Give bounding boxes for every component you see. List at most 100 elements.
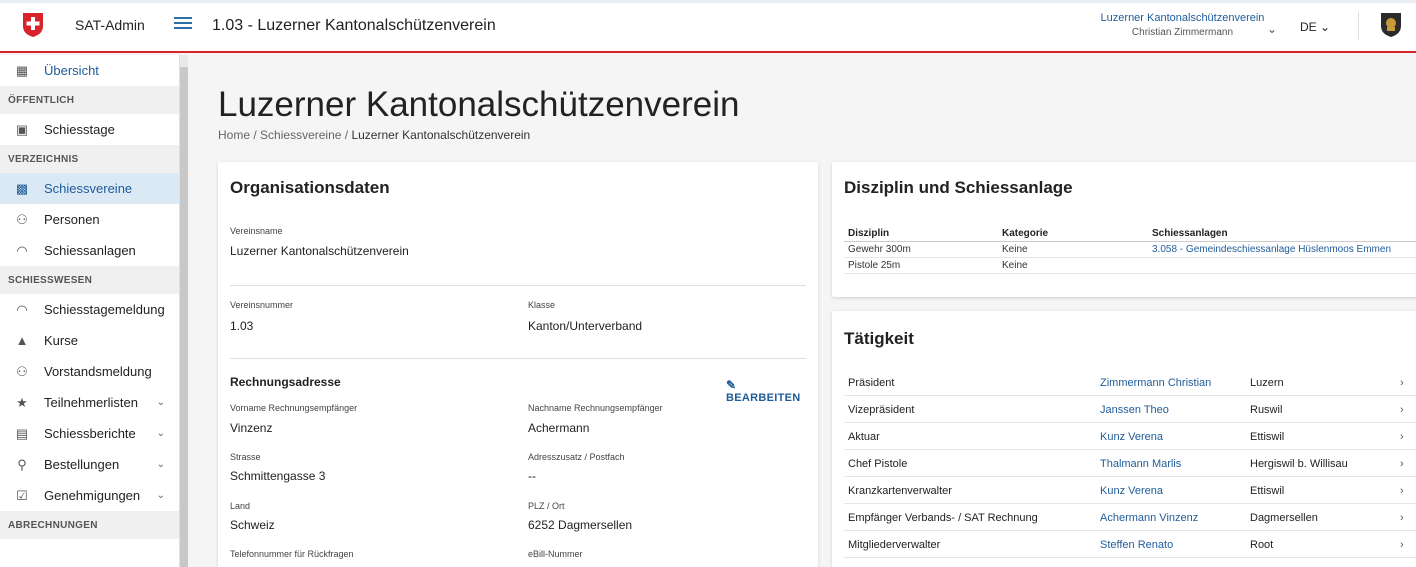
person-link[interactable]: Kunz Verena bbox=[1100, 485, 1163, 497]
app-name: SAT-Admin bbox=[75, 17, 145, 33]
list-item[interactable]: Aktuar Kunz Verena Ettiswil › bbox=[844, 423, 1416, 450]
sidebar-item-schiessberichte[interactable]: ▤ Schiessberichte ⌄ bbox=[0, 418, 179, 449]
org-name: Luzerner Kantonalschützenverein bbox=[1100, 12, 1265, 24]
chevron-right-icon: › bbox=[1400, 512, 1404, 524]
field-label: Nachname Rechnungsempfänger bbox=[528, 403, 663, 413]
facility-cell: 3.058 - Gemeindeschiessanlage Hüslenmoos… bbox=[1148, 241, 1416, 258]
sidebar-item-schiessvereine[interactable]: ▩ Schiessvereine bbox=[0, 173, 179, 204]
person-link[interactable]: Steffen Renato bbox=[1100, 539, 1173, 551]
dashboard-icon: ▦ bbox=[15, 62, 29, 78]
user-avatar[interactable] bbox=[1380, 12, 1402, 38]
first-name-value: Vinzenz bbox=[230, 421, 273, 435]
discipline-table: Disziplin Kategorie Schiessanlagen Geweh… bbox=[844, 224, 1416, 274]
person-link[interactable]: Achermann Vinzenz bbox=[1100, 512, 1198, 524]
field-label: Telefonnummer für Rückfragen bbox=[230, 549, 354, 559]
cart-icon: ⚲ bbox=[17, 456, 27, 472]
organization-switcher[interactable]: Luzerner Kantonalschützenverein Christia… bbox=[1090, 12, 1290, 38]
sidebar-section-public: ÖFFENTLICH bbox=[0, 86, 179, 114]
breadcrumb-separator: / bbox=[344, 128, 349, 142]
address-suffix-value: -- bbox=[528, 469, 536, 483]
discipline-cell: Pistole 25m bbox=[844, 257, 998, 274]
club-number-value: 1.03 bbox=[230, 319, 254, 333]
activity-list: Präsident Zimmermann Christian Luzern › … bbox=[844, 369, 1416, 558]
sidebar-item-label: Schiessvereine bbox=[44, 181, 133, 196]
sidebar-item-label: Schiesstagemeldung bbox=[44, 302, 165, 317]
sidebar-item-schiessanlagen[interactable]: ◠ Schiessanlagen bbox=[0, 235, 179, 266]
person-link[interactable]: Kunz Verena bbox=[1100, 431, 1163, 443]
chevron-down-icon: ⌄ bbox=[156, 397, 165, 408]
field-label: Klasse bbox=[528, 300, 556, 310]
breadcrumb-separator: / bbox=[253, 128, 257, 142]
country-value: Schweiz bbox=[230, 518, 275, 532]
list-item[interactable]: Präsident Zimmermann Christian Luzern › bbox=[844, 369, 1416, 396]
category-cell: Keine bbox=[998, 241, 1148, 258]
facility-link[interactable]: 3.058 - Gemeindeschiessanlage Hüslenmoos… bbox=[1152, 244, 1391, 255]
place-label: Hergiswil b. Willisau bbox=[1250, 458, 1348, 470]
club-name-value: Luzerner Kantonalschützenverein bbox=[230, 244, 409, 258]
place-label: Root bbox=[1250, 539, 1274, 551]
sidebar-item-overview[interactable]: ▦ Übersicht bbox=[0, 55, 179, 86]
sidebar-scrollbar[interactable] bbox=[180, 55, 188, 567]
class-value: Kanton/Unterverband bbox=[528, 319, 643, 333]
street-value: Schmittengasse 3 bbox=[230, 469, 326, 483]
chevron-down-icon: ⌄ bbox=[1267, 22, 1278, 36]
sidebar-item-personen[interactable]: ⚇ Personen bbox=[0, 204, 179, 235]
list-item[interactable]: Kranzkartenverwalter Kunz Verena Ettiswi… bbox=[844, 477, 1416, 504]
organization-card: Organisationsdaten Vereinsname Luzerner … bbox=[218, 162, 818, 567]
sidebar-item-genehmigungen[interactable]: ☑ Genehmigungen ⌄ bbox=[0, 480, 179, 511]
people-icon: ⚇ bbox=[16, 211, 28, 227]
edit-button[interactable]: ✎BEARBEITEN bbox=[726, 378, 818, 404]
card-title: Disziplin und Schiessanlage bbox=[844, 178, 1073, 197]
sidebar-item-label: Übersicht bbox=[44, 63, 99, 78]
breadcrumb-home[interactable]: Home bbox=[218, 128, 250, 142]
place-label: Ruswil bbox=[1250, 404, 1283, 416]
column-header: Disziplin bbox=[844, 224, 998, 242]
person-link[interactable]: Janssen Theo bbox=[1100, 404, 1169, 416]
sidebar-section-billing: ABRECHNUNGEN bbox=[0, 511, 179, 539]
last-name-value: Achermann bbox=[528, 421, 590, 435]
edit-button-label: BEARBEITEN bbox=[726, 392, 801, 404]
main-content: Luzerner Kantonalschützenverein Home / S… bbox=[188, 55, 1416, 567]
pencil-icon: ✎ bbox=[726, 378, 737, 392]
facility-cell bbox=[1148, 257, 1416, 274]
checkbox-icon: ☑ bbox=[16, 487, 28, 503]
person-link[interactable]: Thalmann Marlis bbox=[1100, 458, 1181, 470]
list-item[interactable]: Vizepräsident Janssen Theo Ruswil › bbox=[844, 396, 1416, 423]
person-link[interactable]: Zimmermann Christian bbox=[1100, 377, 1211, 389]
list-item[interactable]: Chef Pistole Thalmann Marlis Hergiswil b… bbox=[844, 450, 1416, 477]
field-label: eBill-Nummer bbox=[528, 549, 583, 559]
field-label: Land bbox=[230, 501, 251, 511]
sidebar-section-directory: VERZEICHNIS bbox=[0, 145, 179, 173]
people-icon: ⚇ bbox=[16, 363, 28, 379]
category-cell: Keine bbox=[998, 257, 1148, 274]
sidebar-item-label: Schiessanlagen bbox=[44, 243, 136, 258]
field-label: PLZ / Ort bbox=[528, 501, 565, 511]
divider bbox=[230, 285, 806, 286]
sidebar-section-shooting: SCHIESSWESEN bbox=[0, 266, 179, 294]
place-label: Luzern bbox=[1250, 377, 1284, 389]
sidebar-item-kurse[interactable]: ▲ Kurse bbox=[0, 325, 179, 356]
place-label: Ettiswil bbox=[1250, 485, 1285, 497]
hamburger-menu-icon[interactable] bbox=[174, 17, 192, 33]
role-label: Aktuar bbox=[848, 431, 880, 443]
sidebar-item-bestellungen[interactable]: ⚲ Bestellungen ⌄ bbox=[0, 449, 179, 480]
role-label: Kranzkartenverwalter bbox=[848, 485, 952, 497]
sidebar-item-label: Genehmigungen bbox=[44, 488, 141, 503]
calendar-icon: ▣ bbox=[15, 121, 29, 137]
list-item[interactable]: Mitgliederverwalter Steffen Renato Root … bbox=[844, 531, 1416, 558]
zip-city-value: 6252 Dagmersellen bbox=[528, 518, 633, 532]
sidebar-item-schiesstage[interactable]: ▣ Schiesstage bbox=[0, 114, 179, 145]
table-header-row: Disziplin Kategorie Schiessanlagen bbox=[844, 224, 1416, 242]
breadcrumb-clubs[interactable]: Schiessvereine bbox=[260, 128, 341, 142]
language-selector[interactable]: DE ⌄ bbox=[1300, 20, 1330, 34]
sidebar-item-vorstandsmeldung[interactable]: ⚇ Vorstandsmeldung bbox=[0, 356, 179, 387]
sidebar-item-schiesstagemeldung[interactable]: ◠ Schiesstagemeldung bbox=[0, 294, 179, 325]
role-label: Mitgliederverwalter bbox=[848, 539, 941, 551]
list-item[interactable]: Empfänger Verbands- / SAT Rechnung Acher… bbox=[844, 504, 1416, 531]
target-icon: ◠ bbox=[16, 242, 28, 258]
sidebar-item-teilnehmerlisten[interactable]: ★ Teilnehmerlisten ⌄ bbox=[0, 387, 179, 418]
scrollbar-thumb[interactable] bbox=[180, 67, 188, 567]
swiss-shield-logo[interactable] bbox=[22, 12, 44, 38]
column-header: Kategorie bbox=[998, 224, 1148, 242]
language-label: DE bbox=[1300, 20, 1317, 34]
